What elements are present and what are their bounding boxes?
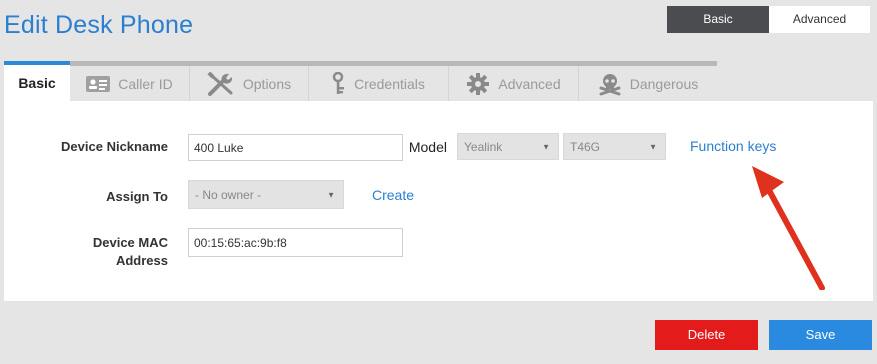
tab-label: Dangerous [629,75,699,92]
tab-dangerous[interactable]: Dangerous [579,66,717,101]
tab-advanced[interactable]: Advanced [449,66,579,101]
model-select[interactable]: T46G ▼ [563,133,666,160]
tab-bar: Basic Caller ID Options Credentials Adva… [4,61,717,101]
skull-crossbones-icon [598,72,622,96]
view-advanced-button[interactable]: Advanced [769,6,870,33]
create-owner-link[interactable]: Create [372,187,414,203]
annotation-arrow-icon [752,166,825,290]
function-keys-link[interactable]: Function keys [690,138,776,154]
tab-label: Caller ID [118,75,173,92]
chevron-down-icon: ▼ [327,190,335,199]
assign-to-value: - No owner - [195,187,262,202]
save-button[interactable]: Save [769,320,872,350]
gear-icon [466,72,490,96]
model-brand-select[interactable]: Yealink ▼ [457,133,559,160]
tab-caller-id[interactable]: Caller ID [70,66,190,101]
delete-button[interactable]: Delete [655,320,758,350]
tools-icon [207,71,235,96]
assign-to-label: Assign To [106,189,168,204]
device-nickname-input[interactable]: 400 Luke [188,134,403,161]
model-value: T46G [570,139,601,154]
tab-label: Credentials [354,75,425,92]
key-icon [332,71,346,96]
device-mac-label: Device MAC Address [92,235,168,268]
tab-label: Basic [18,75,56,91]
tab-label: Options [242,75,292,92]
chevron-down-icon: ▼ [542,142,550,151]
assign-to-select[interactable]: - No owner - ▼ [188,180,344,209]
id-card-icon [86,75,111,92]
model-label: Model [408,139,447,155]
tab-basic[interactable]: Basic [4,61,70,101]
view-toggle: Basic Advanced [667,6,870,33]
view-basic-button[interactable]: Basic [667,6,769,33]
device-nickname-label: Device Nickname [61,139,168,154]
chevron-down-icon: ▼ [649,142,657,151]
page-title: Edit Desk Phone [4,11,194,39]
tab-label: Advanced [498,75,561,92]
device-mac-input[interactable]: 00:15:65:ac:9b:f8 [188,228,403,257]
tab-options[interactable]: Options [190,66,309,101]
tab-credentials[interactable]: Credentials [309,66,449,101]
model-brand-value: Yealink [464,139,503,154]
